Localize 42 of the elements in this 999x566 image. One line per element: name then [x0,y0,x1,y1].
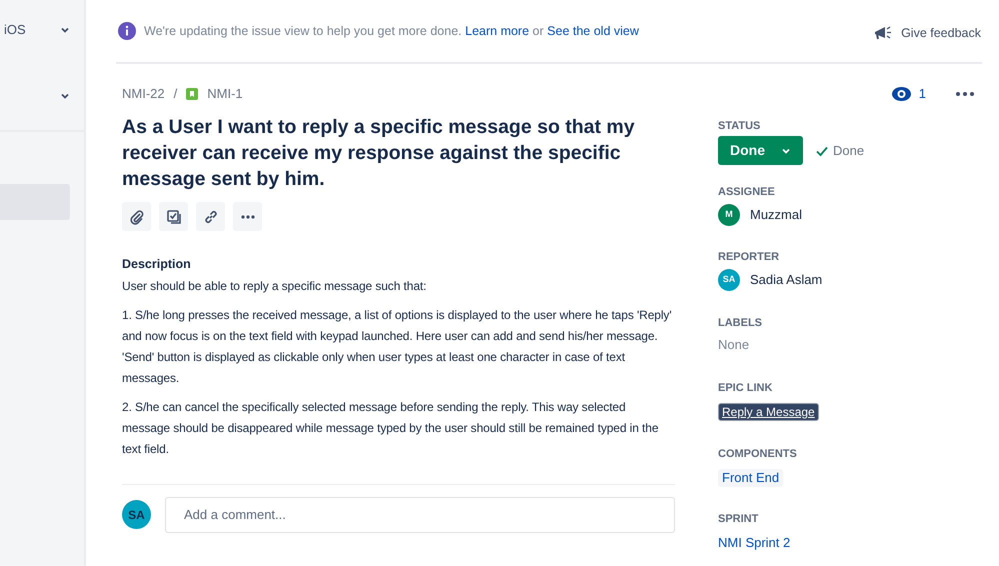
chevron-down-icon [60,25,70,35]
description-heading: Description [122,256,192,273]
parent-issue-link[interactable]: NMI-22 [122,84,165,104]
learn-more-link[interactable]: Learn more [465,24,530,38]
component-tag[interactable]: Front End [718,468,784,486]
user-name: Muzzmal [750,206,802,224]
more-icon[interactable] [233,202,262,231]
field-label: LABELS [718,316,763,330]
megaphone-icon [873,24,894,42]
user-avatar: M [718,204,740,226]
bookmark-icon [186,88,198,100]
info-icon [118,22,136,40]
field-label: EPIC LINK [718,381,774,396]
old-view-link[interactable]: See the old view [547,24,639,38]
give-feedback-button[interactable]: Give feedback [873,24,981,42]
epic-link[interactable]: Reply a Message [718,403,819,421]
user-avatar: SA [718,269,740,291]
banner-text: We're updating the issue view to help you get more done. Learn more or See the old view [144,22,639,40]
description-paragraph: User should be able to reply a specific message such that: [122,278,428,295]
field-label: COMPONENTS [718,446,798,462]
resolution-text: Done [815,140,864,160]
more-icon[interactable] [956,92,974,96]
issue-title: As a User I want to reply a specific message so that my receiver can receive my response against the specific message sent by him. [122,115,636,192]
breadcrumb-separator: / [174,85,178,104]
field-label: STATUS [718,119,762,134]
checklist-icon[interactable] [159,202,188,231]
link-icon[interactable] [196,202,225,231]
status-dropdown[interactable]: Done [718,136,803,165]
field-label: ASSIGNEE [718,184,776,200]
chevron-down-icon [60,91,70,101]
user-name: Sadia Aslam [750,271,822,290]
field-label: SPRINT [718,512,760,527]
watchers-button[interactable]: 1 [892,84,926,104]
field-value: None [718,336,750,354]
description-paragraph: 2. S/he can cancel the specifically selected message before sending the reply. This way selected message should be disappeared while message typed by the user should still be remained typed in the text field. [122,398,660,458]
issue-key-link[interactable]: NMI-1 [207,84,243,104]
sprint-link[interactable]: NMI Sprint 2 [718,535,790,550]
comment-field[interactable]: Add a comment... [165,496,675,533]
description-paragraph: 1. S/he long presses the received message, a list of options is displayed to the user where he taps 'Reply' and now focus is on the text field with keypad launched. Here user can add and send his/her message. 'Send' button is displayed as clickable only when user types at least one character in case of text messages. [122,306,673,387]
user-avatar: SA [122,500,151,530]
field-label: REPORTER [718,250,780,265]
attachment-icon[interactable] [122,202,151,231]
